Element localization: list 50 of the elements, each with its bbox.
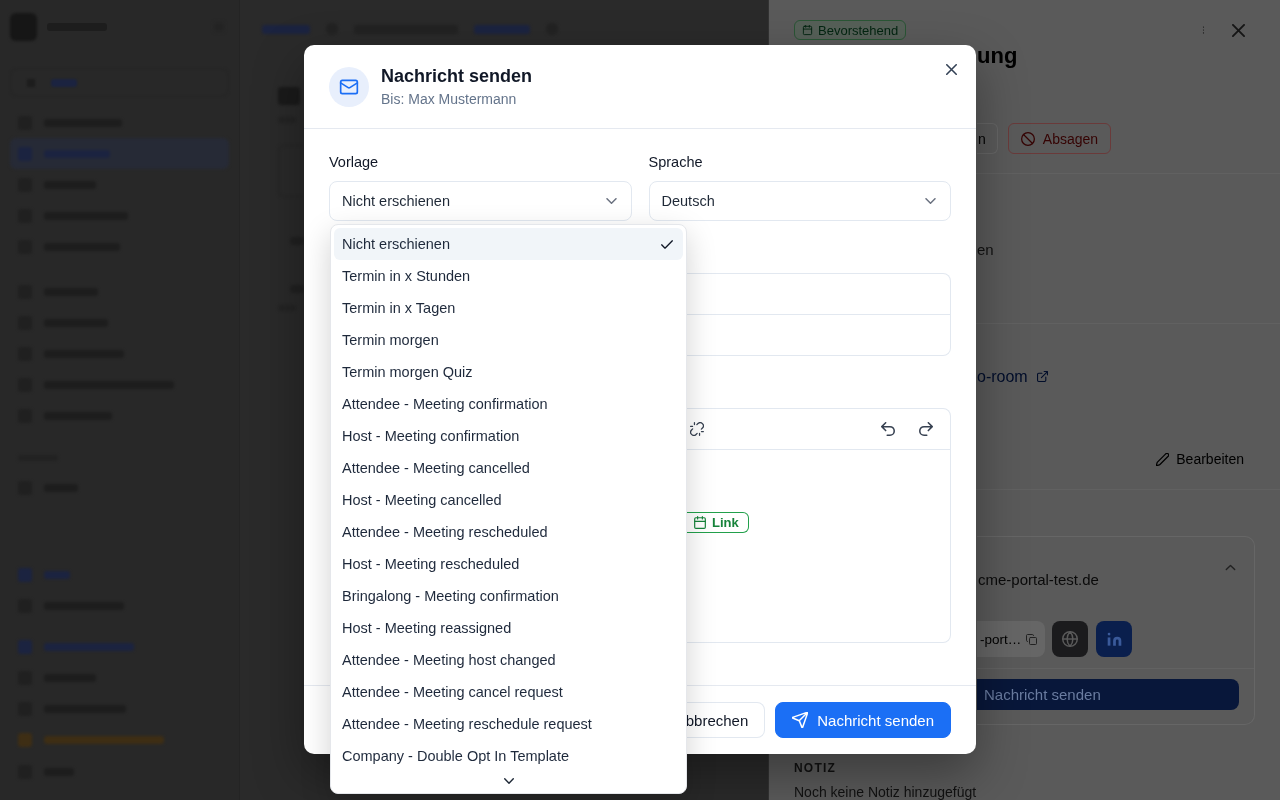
template-option[interactable]: Company - Double Opt In Template [334,740,683,772]
globe-icon[interactable] [1052,621,1088,657]
template-option[interactable]: Attendee - Meeting confirmation [334,388,683,420]
unlink-icon[interactable] [690,422,704,436]
field-label: Sprache [648,153,704,172]
undo-icon[interactable] [881,422,895,436]
info-text: en [977,241,994,259]
chevron-up-icon[interactable] [1225,564,1236,571]
note-heading: NOTIZ [794,761,837,775]
template-option[interactable]: Termin in x Stunden [334,260,683,292]
send-icon [792,712,809,728]
calendar-icon [694,516,706,529]
select-field[interactable]: Nicht erschienen [329,181,632,221]
template-option[interactable]: Attendee - Meeting cancelled [334,452,683,484]
dialog-recipient: Bis: Max Mustermann [381,90,518,108]
template-option[interactable]: Bringalong - Meeting confirmation [334,580,683,612]
copy-icon[interactable] [1026,633,1037,645]
template-option[interactable]: Termin in x Tagen [334,292,683,324]
send-message-button[interactable]: Nachricht senden [977,679,1239,710]
template-option[interactable]: Attendee - Meeting host changed [334,644,683,676]
template-option[interactable]: Host - Meeting reassigned [334,612,683,644]
template-option[interactable]: Attendee - Meeting cancel request [334,676,683,708]
mail-icon [329,66,369,107]
template-option[interactable]: Termin morgen Quiz [334,356,683,388]
template-option[interactable]: Host - Meeting confirmation [334,420,683,452]
panel-title: ung [977,43,1018,69]
ban-icon [1020,131,1035,146]
send-button[interactable]: Nachricht senden [775,702,951,738]
redo-icon[interactable] [919,422,933,436]
note-text: Noch keine Notiz hinzugefügt [794,784,978,800]
calendar-icon [802,24,813,37]
dialog-title: Nachricht senden [381,65,534,88]
template-option[interactable]: Host - Meeting rescheduled [334,548,683,580]
contact-email: cme-portal-test.de [978,571,1099,588]
scroll-down-icon[interactable] [503,778,514,784]
chevron-down-icon [925,198,936,204]
field-label: Vorlage [329,153,380,172]
check-icon [661,239,673,249]
pencil-icon [1156,452,1170,466]
template-option[interactable]: Attendee - Meeting rescheduled [334,516,683,548]
template-option[interactable]: Nicht erschienen [334,228,683,260]
template-option[interactable]: Attendee - Meeting reschedule request [334,708,683,740]
select-field[interactable]: Deutsch [648,181,951,221]
social-profile-icon[interactable] [1096,621,1132,657]
close-icon[interactable] [946,64,957,75]
template-option[interactable]: Termin morgen [334,324,683,356]
external-link-icon[interactable] [1036,371,1048,383]
template-option[interactable]: Host - Meeting cancelled [334,484,683,516]
chevron-down-icon [605,198,617,204]
status-text: Bevorstehend [818,22,899,38]
